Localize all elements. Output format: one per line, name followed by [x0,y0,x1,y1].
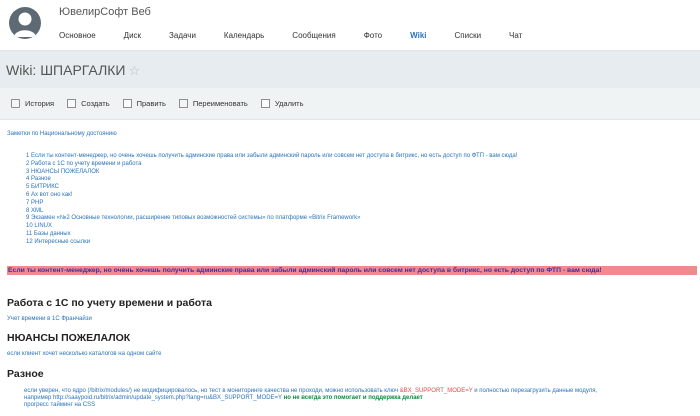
site-title: ЮвелирСофт Веб [59,6,151,18]
intro-link[interactable]: Заметки по Национальному достоянию [7,131,117,137]
code-snippet: &BX_SUPPORT_MODE=Y [399,388,473,394]
toc-item-3[interactable]: 3 НЮАНСЫ ПОЖЕЛАЛОК [26,169,517,177]
history-icon [11,99,20,108]
nav-item-wiki[interactable]: Wiki [410,31,427,53]
avatar[interactable] [9,7,41,39]
misc-text[interactable]: прогресс тайминг на CSS [24,402,95,408]
list-item: если уверен, что ядро (/bitrix/modules/)… [24,388,597,395]
nav-item-chat[interactable]: Чат [509,31,522,40]
misc-text[interactable]: например http://saaypoid.ru/bitrix/admin… [24,395,284,401]
misc-text: если уверен, что ядро (/bitrix/modules/)… [24,388,400,394]
toc-item-2[interactable]: 2 Работа с 1С по учету времени и работа [26,161,517,169]
toc-item-12[interactable]: 12 Интересные ссылки [26,239,517,247]
edit-label: Править [136,99,166,108]
delete-label: Удалить [274,99,304,108]
table-of-contents: 1 Если ты контент-менеджер, но очень хоч… [26,153,517,247]
edit-button[interactable]: Править [122,99,166,108]
rename-button[interactable]: Переименовать [178,99,248,108]
star-icon[interactable]: ☆ [128,63,140,78]
nav-item-calendar[interactable]: Календарь [224,31,264,40]
nav-item-main[interactable]: Основное [59,31,96,40]
toc-item-6[interactable]: 6 Ах вот оно как! [26,192,517,200]
list-item: например http://saaypoid.ru/bitrix/admin… [24,395,597,402]
edit-icon [122,99,132,108]
page-title: Wiki: ШПАРГАЛКИ ☆ [6,62,140,79]
toc-item-7[interactable]: 7 PHP [26,200,517,208]
wiki-content: Заметки по Национальному достоянию 1 Есл… [0,120,700,416]
create-icon [67,99,77,108]
misc-text: и полностью перезагрузить данные модуля, [472,388,598,394]
nav-item-tasks[interactable]: Задачи [169,31,196,40]
nav-item-disk[interactable]: Диск [124,31,141,40]
list-item: прогресс тайминг на CSS [24,402,597,409]
page-title-text: Wiki: ШПАРГАЛКИ [6,62,126,78]
section-heading-misc: Разное [7,368,44,380]
delete-icon [260,99,270,108]
toc-item-11[interactable]: 11 Базы данных [26,231,517,239]
misc-list: если уверен, что ядро (/bitrix/modules/)… [24,388,597,410]
wiki-toolbar: История Создать Править Переименовать Уд… [0,88,700,120]
nav-item-photo[interactable]: Фото [364,31,382,40]
toc-item-9[interactable]: 9 Экзамен «№2 Основные технологии, расши… [26,215,517,223]
toc-item-1[interactable]: 1 Если ты контент-менеджер, но очень хоч… [26,153,517,161]
rename-label: Переименовать [192,99,248,108]
highlight-heading: Если ты контент-менеджер, но очень хочеш… [8,267,602,274]
create-button[interactable]: Создать [67,99,110,108]
section-text-nuances[interactable]: если клиент хочет несколько каталогов на… [7,351,161,357]
toc-item-10[interactable]: 10 LINUX [26,223,517,231]
section-heading-nuances: НЮАНСЫ ПОЖЕЛАЛОК [7,332,131,344]
create-label: Создать [81,99,110,108]
rename-icon [178,99,188,108]
top-header: ЮвелирСофт Веб Основное Диск Задачи Кале… [0,0,700,53]
note-text: но не всегда это помогает и поддержка де… [283,395,423,402]
toc-item-4[interactable]: 4 Разное [26,176,517,184]
nav-item-lists[interactable]: Списки [454,31,481,40]
main-nav: Основное Диск Задачи Календарь Сообщения… [59,31,550,53]
nav-item-messages[interactable]: Сообщения [292,31,335,40]
toc-item-5[interactable]: 5 БИТРИКС [26,184,517,192]
page-header: Wiki: ШПАРГАЛКИ ☆ [0,50,700,88]
section-heading-1c: Работа с 1С по учету времени и работа [7,297,212,309]
user-icon [14,12,36,37]
section-text-1c[interactable]: Учет времени в 1С Франчайзи [7,316,92,322]
history-button[interactable]: История [11,99,54,108]
history-label: История [25,99,55,108]
delete-button[interactable]: Удалить [260,99,304,108]
